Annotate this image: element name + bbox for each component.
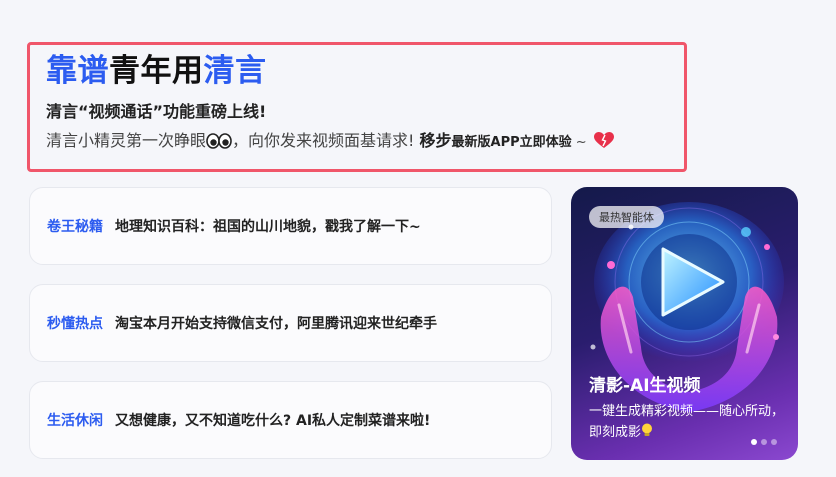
hero-title-part2: 青年用 <box>109 53 204 89</box>
hero-desc-strong: 移步 <box>419 131 452 150</box>
topic-card-tag: 卷王秘籍 <box>47 219 103 235</box>
topic-card-text: 淘宝本月开始支持微信支付，阿里腾讯迎来世纪牵手 <box>115 316 437 332</box>
promo-desc-text: 一键生成精彩视频——随心所动，即刻成影 <box>589 404 785 440</box>
hero-desc-prefix: 清言小精灵第一次睁眼 <box>46 131 207 150</box>
promo-title: 清影-AI生视频 <box>589 376 701 396</box>
promo-badge: 最热智能体 <box>589 206 664 228</box>
promo-card-qingying[interactable]: 最热智能体 清影-AI生视频 一键生成精彩视频——随心所动，即刻成影 <box>571 187 798 460</box>
topic-card-tag: 生活休闲 <box>47 413 103 429</box>
hero-subtitle: 清言“视频通话”功能重磅上线! <box>46 102 267 121</box>
carousel-dot-3[interactable] <box>771 439 777 445</box>
topic-card-text: 又想健康，又不知道吃什么? AI私人定制菜谱来啦! <box>115 413 431 429</box>
topic-card-1[interactable]: 卷王秘籍 地理知识百科：祖国的山川地貌，戳我了解一下~ <box>29 187 552 265</box>
hero-title: 靠谱青年用清言 <box>46 51 684 91</box>
heart-icon <box>593 132 614 156</box>
lightbulb-icon <box>641 423 653 445</box>
carousel-dots <box>751 439 777 445</box>
topic-card-2[interactable]: 秒懂热点 淘宝本月开始支持微信支付，阿里腾讯迎来世纪牵手 <box>29 284 552 362</box>
app-cta-link[interactable]: 最新版APP立即体验 <box>452 135 572 150</box>
hero-banner: 靠谱青年用清言 清言“视频通话”功能重磅上线! 清言小精灵第一次睁眼 ，向你发来视… <box>27 42 687 172</box>
topic-card-3[interactable]: 生活休闲 又想健康，又不知道吃什么? AI私人定制菜谱来啦! <box>29 381 552 459</box>
carousel-dot-2[interactable] <box>761 439 767 445</box>
hero-desc-middle: ，向你发来视频面基请求! <box>232 131 415 150</box>
hero-description: 清言小精灵第一次睁眼 ，向你发来视频面基请求! 移步最新版APP立即体验 ~ <box>46 129 684 156</box>
topic-card-text: 地理知识百科：祖国的山川地貌，戳我了解一下~ <box>115 219 421 235</box>
hero-title-part1: 靠谱 <box>46 53 109 89</box>
carousel-dot-1[interactable] <box>751 439 757 445</box>
topic-card-tag: 秒懂热点 <box>47 316 103 332</box>
hero-title-part3: 清言 <box>203 53 267 89</box>
eyes-icon <box>206 132 232 156</box>
hero-desc-tilde: ~ <box>571 135 591 150</box>
